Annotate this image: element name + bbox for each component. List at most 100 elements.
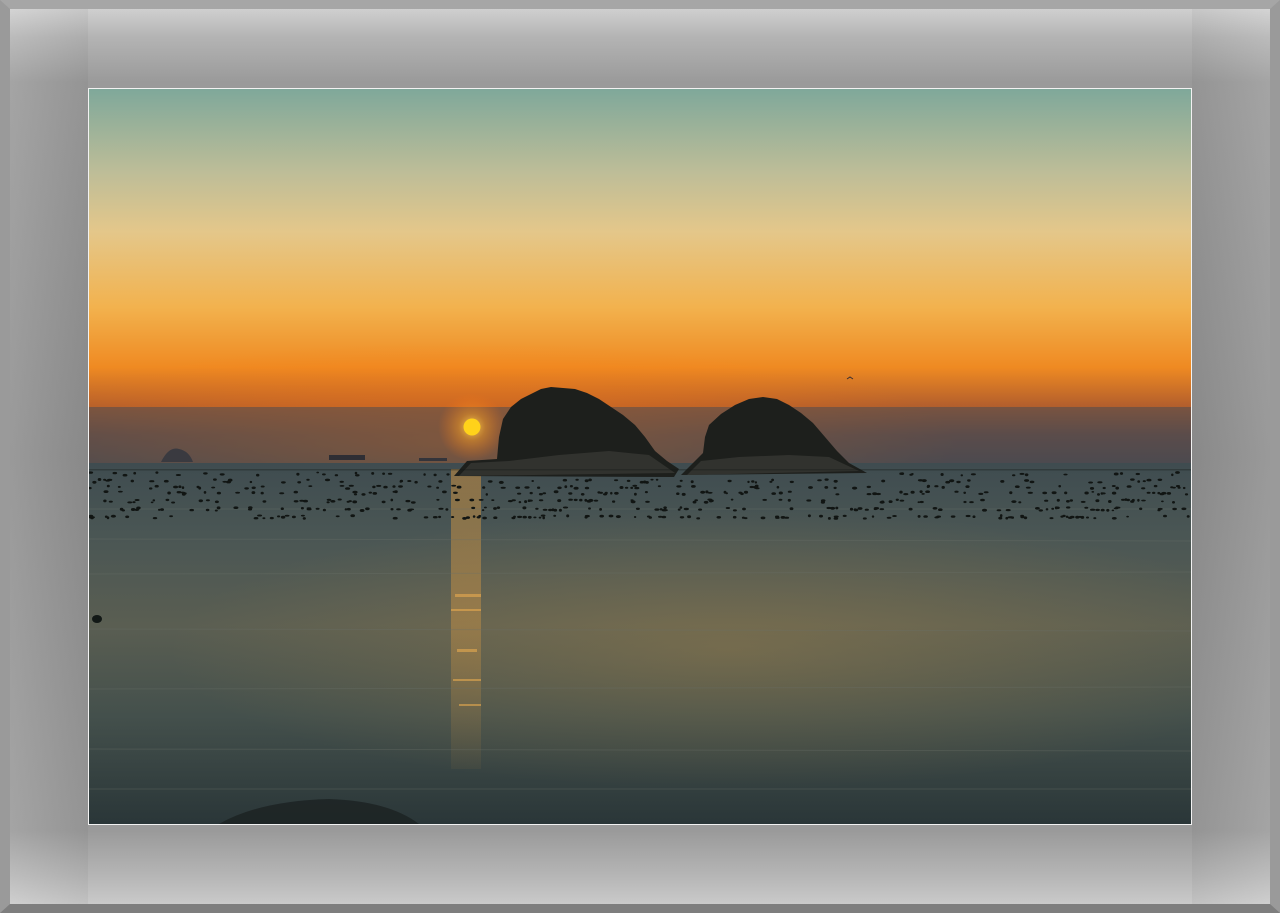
buoy [527,515,532,519]
buoy [438,507,444,510]
buoy [705,490,709,494]
buoy [566,514,570,518]
buoy [568,492,573,495]
buoy [478,499,484,501]
buoy [260,485,265,488]
buoy [345,487,351,490]
buoy [597,491,601,494]
buoy [1060,515,1064,518]
buoy [103,499,107,503]
buoy [1161,500,1164,503]
buoy [326,498,332,501]
buoy [414,480,418,484]
buoy [1111,485,1116,487]
buoy [727,479,732,483]
buoy [173,485,179,489]
buoy [368,491,372,494]
buoy [1113,472,1119,476]
buoy [762,498,767,501]
buoy [658,515,663,518]
buoy [171,501,176,504]
buoy [165,498,170,502]
buoy [969,501,974,504]
buoy [806,499,812,502]
buoy [1100,508,1105,512]
buoy [118,490,123,493]
buoy [817,479,822,482]
buoy [399,480,402,483]
buoy [253,517,259,520]
buoy [538,499,544,502]
buoy [833,486,837,490]
buoy [1137,480,1141,483]
buoy [130,479,134,483]
buoy [303,499,308,503]
buoy [998,516,1003,520]
buoy [160,508,164,511]
buoy [339,480,344,483]
buoy [300,507,304,510]
buoy [334,474,339,477]
buoy [923,515,928,518]
buoy [322,473,326,476]
buoy [262,500,267,503]
buoy [612,500,616,503]
buoy [866,493,872,496]
buoy [1025,486,1031,489]
buoy [584,486,590,490]
buoy [432,516,438,519]
buoy [1058,485,1061,488]
buoy-row-1 [89,469,1191,471]
buoy [1153,484,1158,488]
buoy [476,516,481,519]
buoy [106,484,110,488]
buoy [940,473,944,476]
buoy [392,485,396,488]
buoy [970,473,976,476]
buoy [205,508,210,512]
buoy [1157,478,1163,481]
buoy [371,472,375,475]
buoy [996,509,1002,512]
buoy [926,485,930,489]
buoy [485,493,488,496]
buoy [483,506,487,509]
buoy [132,501,136,504]
buoy [972,515,976,518]
buoy [784,516,790,519]
buoy [361,493,366,496]
buoy [807,514,811,518]
buoy [515,486,521,489]
buoy [663,509,668,512]
buoy [280,507,284,511]
buoy [835,506,839,510]
buoy [469,498,475,502]
buoy [769,480,773,483]
buoy [852,486,858,490]
buoy [522,506,527,510]
buoy [337,498,342,501]
buoy [438,480,443,483]
buoy [203,491,207,494]
buoy [167,491,171,495]
distant-ship-2 [419,458,447,461]
buoy [535,507,539,510]
buoy [548,508,553,512]
buoy [423,516,429,519]
buoy [233,506,239,510]
buoy [244,487,249,490]
buoy [269,516,274,520]
buoy [496,506,501,510]
buoy [436,486,439,489]
buoy [213,478,217,481]
buoy [322,508,326,512]
buoy [881,479,886,483]
buoy [1159,492,1165,496]
buoy [921,479,927,483]
buoy [529,491,533,495]
buoy [251,491,256,495]
buoy [690,480,694,484]
buoy [1111,491,1117,495]
buoy [679,479,683,482]
buoy [879,500,885,504]
